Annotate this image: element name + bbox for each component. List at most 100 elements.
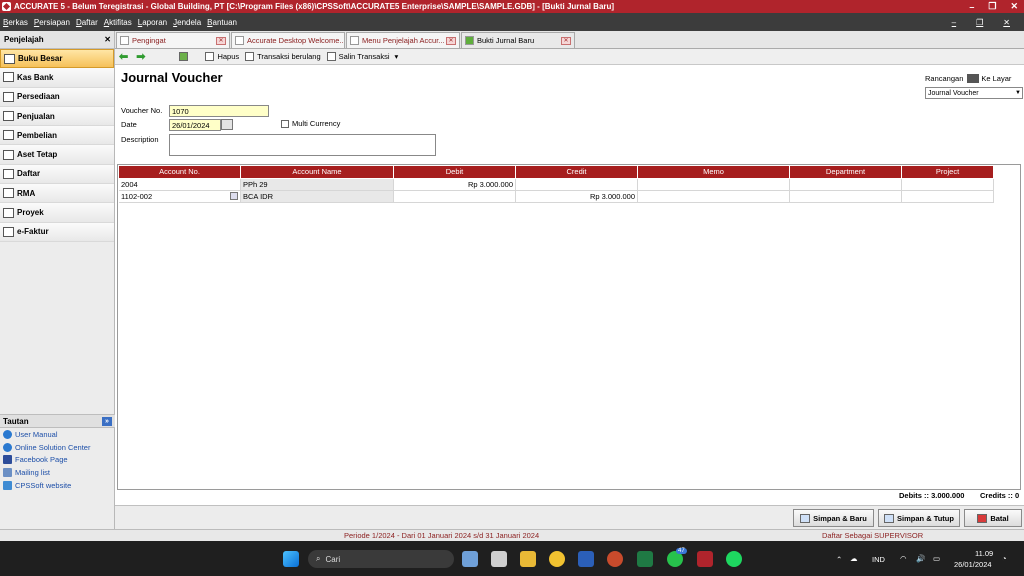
battery-icon[interactable]: ▭ [933,554,940,563]
chevron-up-icon[interactable]: ⌃ [836,555,842,564]
collapse-icon[interactable]: » [102,416,112,426]
tab-pengingat[interactable]: Pengingat ✕ [116,32,230,48]
cell-account-no[interactable]: 2004 [119,179,241,191]
col-credit[interactable]: Credit [516,166,638,178]
tab-close-icon[interactable]: ✕ [561,36,571,45]
chevron-down-icon[interactable]: ▾ [395,52,399,61]
accurate-taskbar-icon[interactable] [697,551,713,567]
lookup-icon[interactable] [230,192,238,200]
tab-welcome[interactable]: Accurate Desktop Welcome...✕ [231,32,345,48]
clock-time[interactable]: 11.09 [975,549,993,558]
cell-department[interactable] [790,179,902,191]
back-icon[interactable]: ⬅ [119,50,128,63]
clock-date[interactable]: 26/01/2024 [954,560,992,569]
powerpoint-icon[interactable] [607,551,623,567]
checkbox-box[interactable] [281,119,289,128]
nav-item-rma[interactable]: RMA [0,184,114,204]
cell-credit[interactable] [516,179,638,191]
salin-transaksi-button[interactable]: Salin Transaksi ▾ [326,52,399,61]
language-indicator[interactable]: IND [872,555,885,564]
cell-credit[interactable]: Rp 3.000.000 [516,191,638,203]
task-view-icon[interactable] [491,551,507,567]
col-department[interactable]: Department [790,166,902,178]
excel-icon[interactable] [637,551,653,567]
menu-laporan[interactable]: Laporan [138,18,167,27]
nav-item-daftar[interactable]: Daftar [0,164,114,185]
nav-item-kas-bank[interactable]: Kas Bank [0,68,114,88]
col-account-name[interactable]: Account Name [241,166,394,178]
nav-item-penjualan[interactable]: Penjualan [0,106,114,127]
notification-icon[interactable]: ◔ [1002,554,1007,563]
menu-aktifitas[interactable]: Aktifitas [104,18,132,27]
calendar-icon[interactable] [221,119,233,130]
cell-project[interactable] [902,179,994,191]
nav-item-buku-besar[interactable]: Buku Besar [0,49,114,69]
taskbar-search[interactable]: ⌕ Cari [308,550,454,568]
cell-debit[interactable] [394,191,516,203]
mdi-minimize-button[interactable]: – [952,18,956,27]
tab-menu-penjelajah[interactable]: Menu Penjelajah Accur... ✕ [346,32,460,48]
link-user-manual[interactable]: User Manual [0,428,115,441]
batal-button[interactable]: Batal [964,509,1022,527]
maximize-button[interactable]: ❐ [988,1,996,12]
cell-department[interactable] [790,191,902,203]
nav-item-e-faktur[interactable]: e-Faktur [0,222,114,242]
voucher-no-field[interactable]: 1070 [169,105,269,117]
tab-close-icon[interactable]: ✕ [216,36,226,45]
date-field[interactable]: 26/01/2024 [169,119,221,131]
menu-daftar[interactable]: Daftar [76,18,98,27]
printer-icon[interactable] [967,74,980,83]
forward-icon[interactable]: ➡ [136,50,145,63]
col-project[interactable]: Project [902,166,994,178]
col-account-no[interactable]: Account No. [119,166,241,178]
cell-debit[interactable]: Rp 3.000.000 [394,179,516,191]
col-memo[interactable]: Memo [638,166,790,178]
copy-button[interactable] [179,52,191,61]
link-mailing-list[interactable]: Mailing list [0,466,115,479]
menu-bantuan[interactable]: Bantuan [207,18,237,27]
spotify-icon[interactable] [726,551,742,567]
word-icon[interactable] [578,551,594,567]
mdi-close-button[interactable]: ✕ [1003,18,1010,27]
navigator-close-icon[interactable]: ✕ [104,35,111,44]
cell-account-name[interactable]: PPh 29 [241,179,394,191]
link-online-solution-center[interactable]: Online Solution Center [0,441,115,454]
cell-project[interactable] [902,191,994,203]
widgets-icon[interactable] [462,551,478,567]
menu-berkas[interactable]: Berkas [3,18,28,27]
journal-grid[interactable]: Account No. Account Name Debit Credit Me… [117,164,1021,490]
chrome-icon[interactable] [549,551,565,567]
transaksi-berulang-button[interactable]: Transaksi berulang [245,52,321,61]
table-row[interactable]: 2004 PPh 29 Rp 3.000.000 [119,179,994,191]
col-debit[interactable]: Debit [394,166,516,178]
cell-account-name[interactable]: BCA IDR [241,191,394,203]
link-facebook-page[interactable]: Facebook Page [0,454,115,467]
file-explorer-icon[interactable] [520,551,536,567]
menu-persiapan[interactable]: Persiapan [34,18,70,27]
ke-layar-button[interactable]: Ke Layar [981,74,1011,83]
minimize-button[interactable]: – [969,2,974,12]
cell-memo[interactable] [638,179,790,191]
nav-item-aset-tetap[interactable]: Aset Tetap [0,145,114,165]
link-cpssoft-website[interactable]: CPSSoft website [0,479,115,492]
nav-item-proyek[interactable]: Proyek [0,203,114,223]
close-button[interactable]: ✕ [1010,1,1018,12]
wifi-icon[interactable]: ◠ [900,554,907,563]
simpan-tutup-button[interactable]: Simpan & Tutup [878,509,960,527]
weather-icon[interactable]: ☁ [850,554,858,563]
mdi-restore-button[interactable]: ❐ [976,18,983,27]
simpan-baru-button[interactable]: Simpan & Baru [793,509,874,527]
table-row[interactable]: 1102-002 BCA IDR Rp 3.000.000 [119,191,994,203]
cell-account-no[interactable]: 1102-002 [119,191,241,203]
tab-close-icon[interactable]: ✕ [446,36,456,45]
windows-start-icon[interactable] [283,551,299,567]
multi-currency-checkbox[interactable]: Multi Currency [281,119,340,128]
volume-icon[interactable]: 🔊 [916,554,925,563]
hapus-button[interactable]: Hapus [205,52,239,61]
cell-memo[interactable] [638,191,790,203]
description-field[interactable] [169,134,436,156]
nav-item-persediaan[interactable]: Persediaan [0,87,114,107]
rancangan-select[interactable]: Journal Voucher ▼ [925,87,1023,99]
menu-jendela[interactable]: Jendela [173,18,201,27]
nav-item-pembelian[interactable]: Pembelian [0,126,114,146]
